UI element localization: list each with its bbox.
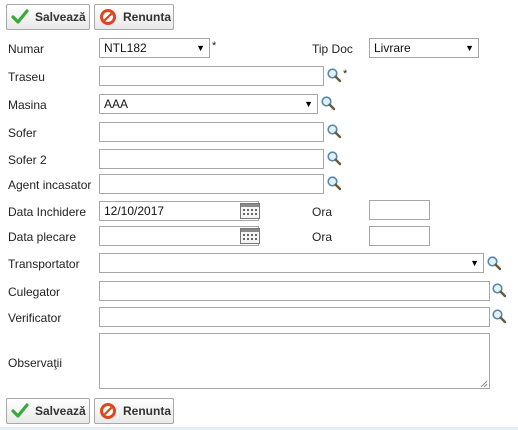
ora-plecare-label: Ora [312, 230, 333, 244]
observatii-label: Observaţii [8, 356, 63, 370]
sofer2-input[interactable] [99, 149, 324, 169]
data-plecare-label: Data plecare [8, 230, 77, 244]
data-inchidere-label: Data Inchidere [8, 205, 87, 219]
verificator-input[interactable] [99, 307, 490, 327]
masina-label: Masina [8, 98, 47, 112]
magnifier-icon[interactable] [491, 308, 507, 324]
ora-inchidere-label: Ora [312, 205, 333, 219]
traseu-required-mark: * [343, 68, 348, 80]
numar-value: NTL182 [104, 41, 147, 55]
chevron-down-icon: ▼ [465, 43, 474, 53]
numar-select[interactable]: NTL182 ▼ [99, 38, 210, 58]
magnifier-icon[interactable] [326, 67, 342, 83]
magnifier-icon[interactable] [326, 175, 342, 191]
tip-doc-value: Livrare [374, 41, 411, 55]
check-icon [11, 8, 29, 26]
traseu-input[interactable] [99, 66, 324, 86]
magnifier-icon[interactable] [491, 282, 507, 298]
cancel-button-bottom[interactable]: Renunta [94, 398, 174, 424]
agent-label: Agent incasator [8, 178, 92, 192]
magnifier-icon[interactable] [320, 95, 336, 111]
masina-value: AAA [104, 97, 129, 111]
cancel-label: Renunta [123, 404, 171, 418]
verificator-label: Verificator [8, 311, 62, 325]
traseu-label: Traseu [8, 70, 45, 84]
culegator-label: Culegator [8, 285, 61, 299]
numar-label: Numar [8, 42, 45, 56]
cancel-icon [99, 402, 117, 420]
observatii-textarea[interactable] [99, 333, 490, 389]
save-label: Salvează [35, 404, 86, 418]
cancel-icon [99, 8, 117, 26]
tip-doc-label: Tip Doc [312, 42, 353, 56]
magnifier-icon[interactable] [326, 123, 342, 139]
chevron-down-icon: ▼ [196, 43, 205, 53]
magnifier-icon[interactable] [486, 255, 502, 271]
save-button-bottom[interactable]: Salvează [6, 398, 90, 424]
ora-inchidere-input[interactable] [369, 200, 430, 220]
sofer2-label: Sofer 2 [8, 153, 47, 167]
cancel-button-top[interactable]: Renunta [94, 4, 174, 30]
check-icon [11, 402, 29, 420]
calendar-icon[interactable] [240, 228, 260, 244]
transportator-label: Transportator [8, 257, 80, 271]
ora-plecare-input[interactable] [369, 226, 430, 246]
sofer-label: Sofer [8, 126, 37, 140]
chevron-down-icon: ▼ [304, 99, 313, 109]
data-plecare-input[interactable] [99, 226, 259, 246]
save-label: Salvează [35, 10, 86, 24]
chevron-down-icon: ▼ [470, 258, 479, 268]
magnifier-icon[interactable] [326, 150, 342, 166]
transportator-select[interactable]: ▼ [99, 253, 484, 273]
culegator-input[interactable] [99, 281, 490, 301]
tip-doc-select[interactable]: Livrare ▼ [369, 38, 479, 58]
sofer-input[interactable] [99, 122, 324, 142]
cancel-label: Renunta [123, 10, 171, 24]
data-inchidere-input[interactable] [99, 201, 259, 221]
agent-input[interactable] [99, 174, 324, 194]
save-button-top[interactable]: Salvează [6, 4, 90, 30]
masina-select[interactable]: AAA ▼ [99, 94, 318, 114]
resize-grip-icon[interactable] [480, 380, 488, 388]
calendar-icon[interactable] [240, 203, 260, 219]
numar-required-mark: * [212, 40, 217, 52]
